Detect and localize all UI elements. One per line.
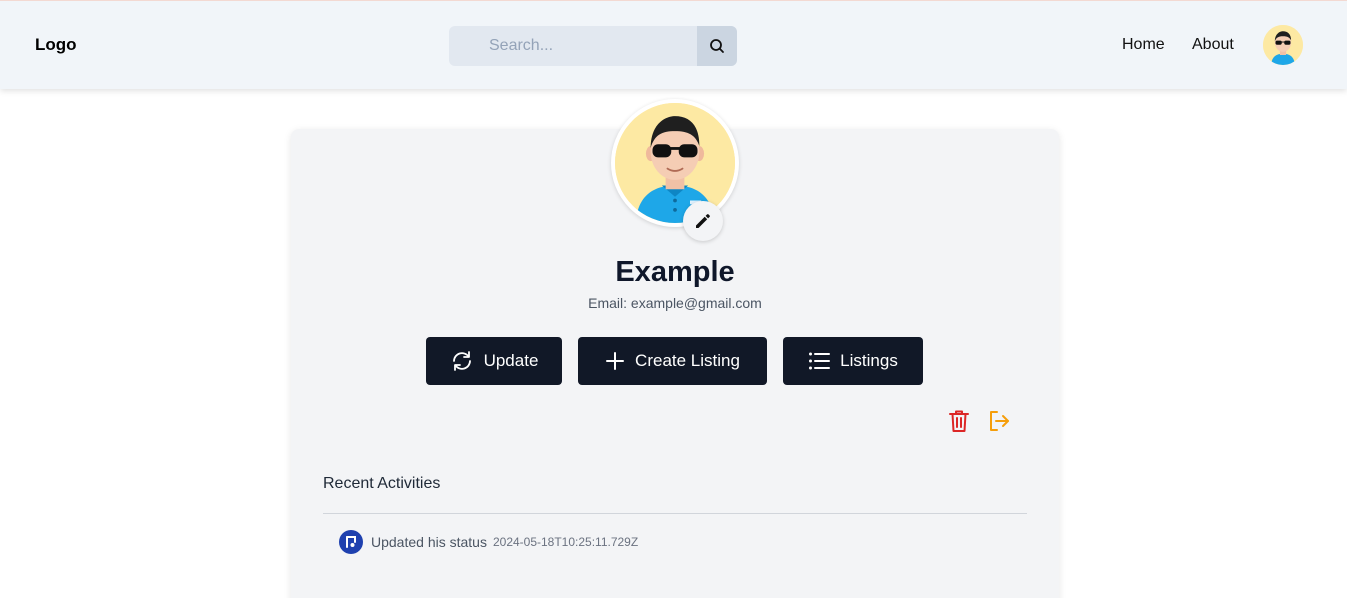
activity-timestamp: 2024-05-18T10:25:11.729Z (492, 535, 639, 549)
logo[interactable]: Logo (35, 35, 77, 55)
search-icon (710, 39, 724, 53)
edit-avatar-button[interactable] (683, 201, 723, 241)
profile-email: Email: example@gmail.com (588, 295, 762, 311)
sign-out-icon (990, 411, 1009, 431)
search-input[interactable] (449, 26, 697, 66)
user-avatar[interactable] (1263, 25, 1303, 65)
listings-button-label: Listings (840, 351, 898, 370)
update-button-label: Update (483, 351, 539, 370)
profile-name: Example (615, 256, 735, 288)
delete-account-button[interactable] (945, 407, 973, 435)
activity-text: Updated his status (371, 534, 487, 550)
update-button[interactable]: Update (426, 337, 562, 385)
refresh-icon (452, 351, 471, 371)
search-bar (449, 26, 737, 66)
pencil-icon (696, 214, 710, 228)
list-icon (809, 352, 831, 370)
create-listing-button[interactable]: Create Listing (578, 337, 767, 385)
top-navbar: Logo Home About (0, 0, 1347, 89)
nav-about-link[interactable]: About (1192, 36, 1234, 54)
sign-out-button[interactable] (985, 407, 1013, 435)
listings-button[interactable]: Listings (783, 337, 923, 385)
avatar-icon (615, 103, 735, 223)
activity-status-icon (339, 530, 363, 554)
plus-icon (606, 352, 625, 370)
trash-icon (949, 410, 969, 432)
note-icon (346, 536, 356, 548)
activity-item: Updated his status 2024-05-18T10:25:11.7… (339, 530, 638, 554)
nav-home-link[interactable]: Home (1122, 36, 1165, 54)
search-button[interactable] (697, 26, 737, 66)
recent-activities-title: Recent Activities (323, 475, 441, 492)
profile-avatar (611, 99, 739, 227)
create-listing-button-label: Create Listing (635, 351, 740, 370)
avatar-icon (1263, 25, 1303, 65)
divider (323, 513, 1027, 514)
